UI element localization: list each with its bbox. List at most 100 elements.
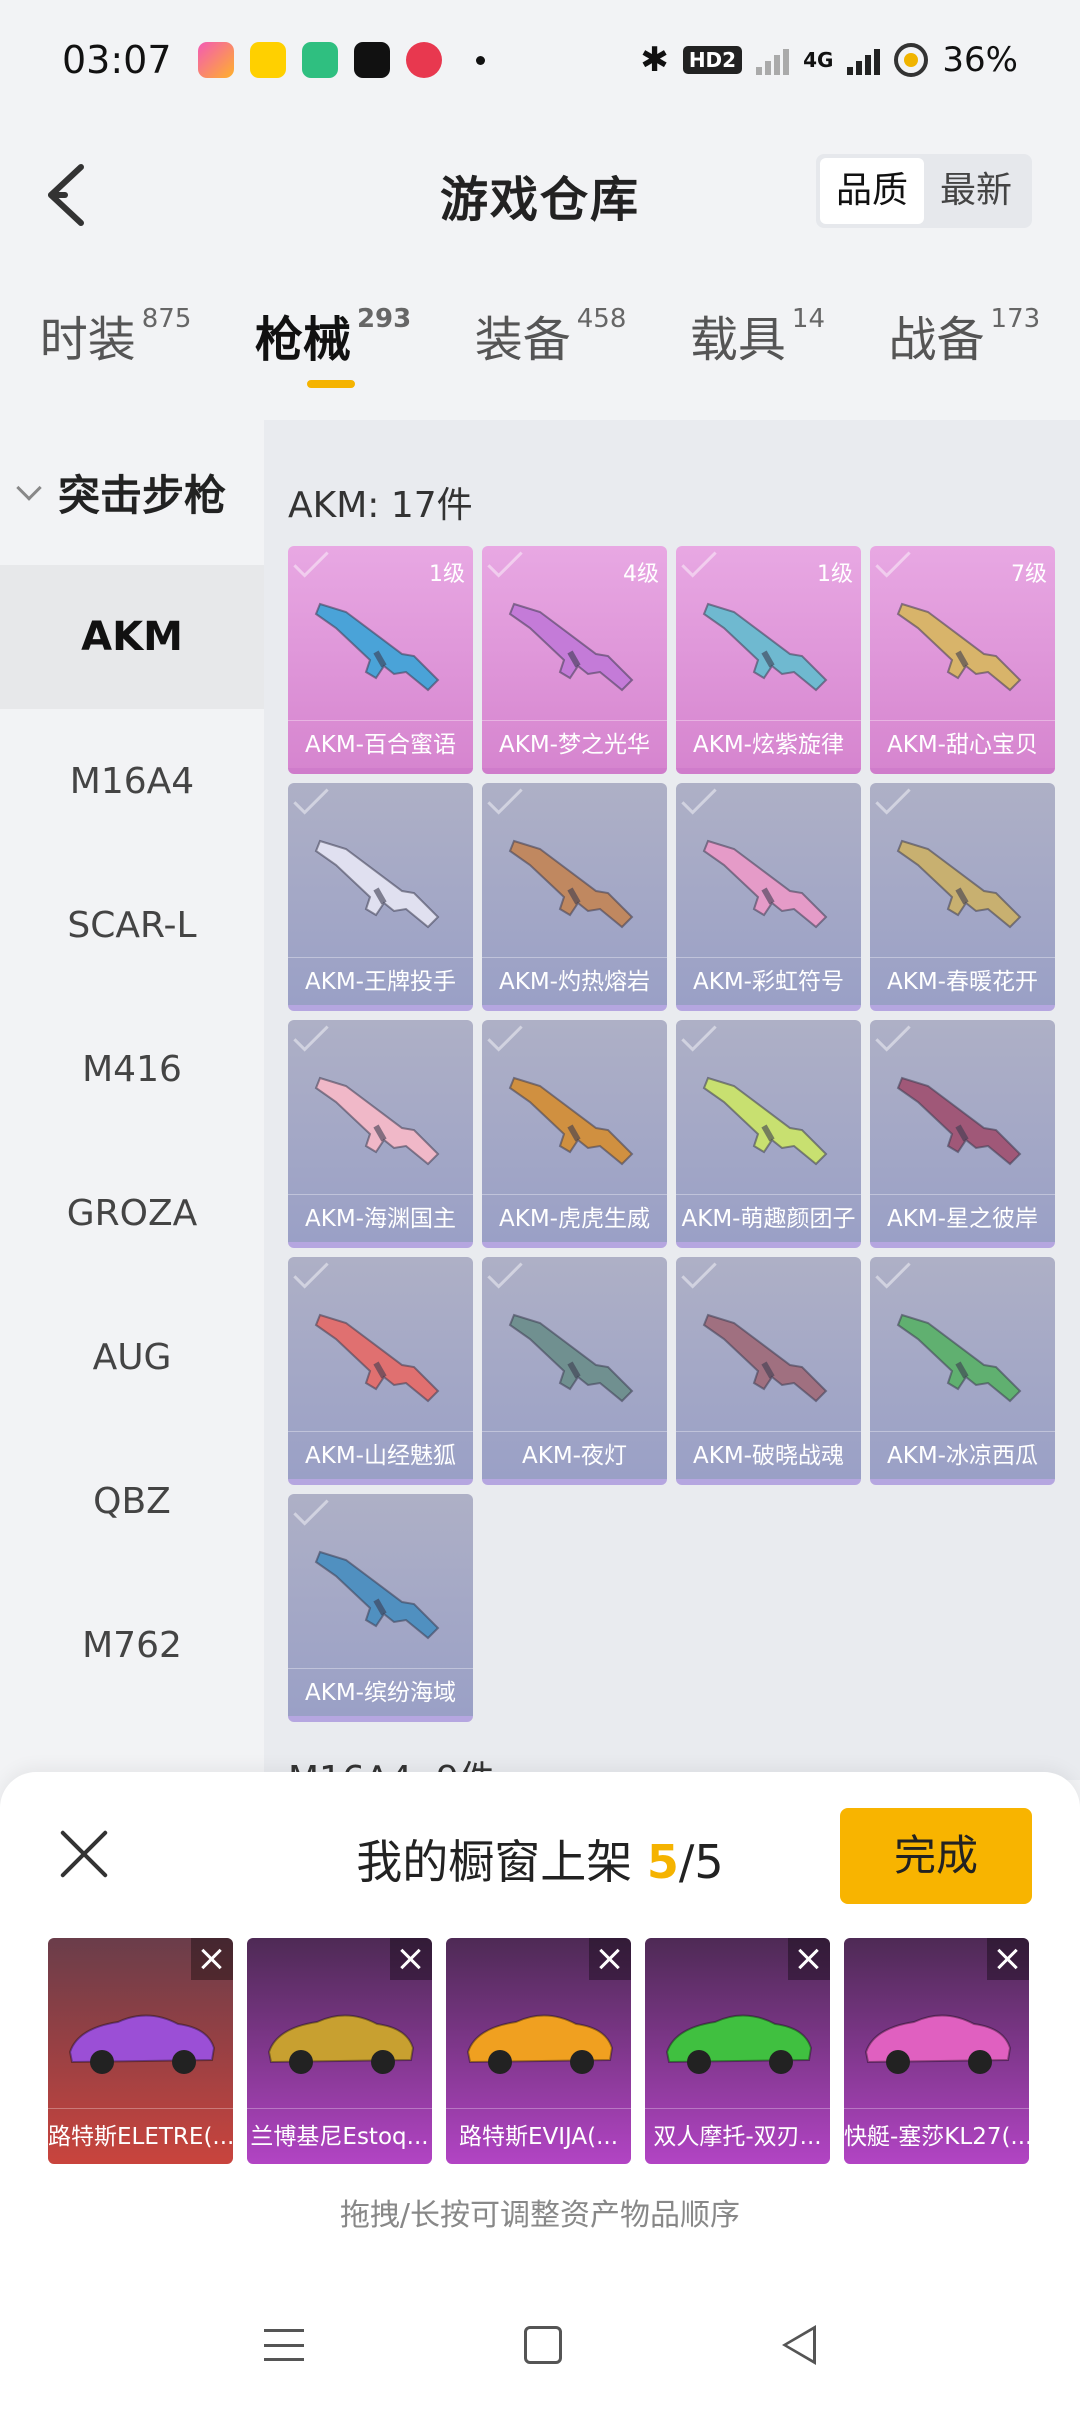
- rifle-icon: [314, 1550, 440, 1640]
- tab-firearms[interactable]: 枪械 293: [255, 300, 411, 410]
- showcase-slots: 路特斯ELETRE(... 兰博基尼Estoq... 路特斯EVIJA(... 双人摩…: [48, 1938, 1029, 2164]
- rifle-icon: [314, 602, 440, 692]
- showcase-slot[interactable]: 路特斯ELETRE(...: [48, 1938, 233, 2164]
- tab-count: 173: [990, 304, 1041, 334]
- vehicle-icon: [665, 2014, 813, 2074]
- video-app-icon: [405, 42, 442, 78]
- showcase-slot[interactable]: 兰博基尼Estoq...: [247, 1938, 432, 2164]
- status-time: 03:07: [62, 38, 172, 82]
- weapon-card[interactable]: AKM-萌趣颜团子: [676, 1020, 861, 1248]
- sidebar-item-m762[interactable]: M762: [0, 1573, 264, 1717]
- weapon-card[interactable]: AKM-星之彼岸: [870, 1020, 1055, 1248]
- weapon-name: AKM-春暖花开: [870, 957, 1055, 1005]
- showcase-slot[interactable]: 快艇-塞莎KL27(...: [844, 1938, 1029, 2164]
- sort-toggle: 品质 最新: [815, 154, 1032, 228]
- weapon-card[interactable]: 4级 AKM-梦之光华: [482, 546, 667, 774]
- weapon-card[interactable]: AKM-海渊国主: [288, 1020, 473, 1248]
- status-bar: 03:07 ✱ HD2 4G 36%: [0, 0, 1080, 120]
- category-tabs: 时装 875 枪械 293 装备 458 载具 14 战备 173: [0, 300, 1080, 410]
- rifle-icon: [508, 602, 634, 692]
- sidebar-item-m416[interactable]: M416: [0, 997, 264, 1141]
- weapon-name: AKM-海渊国主: [288, 1194, 473, 1242]
- weapon-card[interactable]: 1级 AKM-炫紫旋律: [676, 546, 861, 774]
- rifle-icon: [508, 1076, 634, 1166]
- sidebar-item-groza[interactable]: GROZA: [0, 1141, 264, 1285]
- check-icon: [487, 546, 523, 578]
- reorder-hint: 拖拽/长按可调整资产物品顺序: [339, 2198, 741, 2233]
- weapon-name: AKM-王牌投手: [288, 957, 473, 1005]
- showcase-item-name: 快艇-塞莎KL27(...: [844, 2108, 1029, 2164]
- vehicle-icon: [466, 2014, 614, 2074]
- home-icon[interactable]: [524, 2326, 562, 2364]
- section-title: AKM: 17件: [288, 485, 473, 526]
- weapon-card[interactable]: AKM-灼热熔岩: [482, 783, 667, 1011]
- remove-icon[interactable]: [390, 1938, 432, 1980]
- tab-supplies[interactable]: 战备 173: [889, 300, 1041, 410]
- network-type: 4G: [803, 48, 834, 72]
- weapon-card[interactable]: AKM-夜灯: [482, 1257, 667, 1485]
- done-button[interactable]: 完成: [840, 1808, 1032, 1904]
- back-nav-icon[interactable]: [782, 2325, 816, 2365]
- weapon-card[interactable]: AKM-虎虎生威: [482, 1020, 667, 1248]
- weapon-name: AKM-破晓战魂: [676, 1431, 861, 1479]
- check-icon: [293, 1494, 329, 1526]
- check-icon: [681, 1257, 717, 1289]
- weapon-name: AKM-星之彼岸: [870, 1194, 1055, 1242]
- check-icon: [681, 783, 717, 815]
- sidebar-item-qbz[interactable]: QBZ: [0, 1429, 264, 1573]
- remove-icon[interactable]: [788, 1938, 830, 1980]
- rifle-icon: [702, 1076, 828, 1166]
- check-icon: [681, 1020, 717, 1052]
- sort-option-quality[interactable]: 品质: [819, 158, 924, 224]
- rifle-icon: [314, 1076, 440, 1166]
- weapon-sidebar: 突击步枪 AKM M16A4 SCAR-L M416 GROZA AUG QBZ…: [0, 420, 264, 1780]
- weapon-card[interactable]: AKM-缤纷海域: [288, 1494, 473, 1722]
- weapon-card[interactable]: 1级 AKM-百合蜜语: [288, 546, 473, 774]
- rifle-icon: [508, 1313, 634, 1403]
- sidebar-item-akm[interactable]: AKM: [0, 565, 264, 709]
- remove-icon[interactable]: [987, 1938, 1029, 1980]
- check-icon: [487, 1020, 523, 1052]
- weapon-name: AKM-梦之光华: [482, 720, 667, 768]
- sort-option-newest[interactable]: 最新: [924, 158, 1028, 224]
- showcase-slot[interactable]: 双人摩托-双刃...: [645, 1938, 830, 2164]
- showcase-item-name: 双人摩托-双刃...: [645, 2108, 830, 2164]
- check-icon: [875, 1020, 911, 1052]
- sidebar-item-m16a4[interactable]: M16A4: [0, 709, 264, 853]
- rifle-icon: [702, 1313, 828, 1403]
- tiktok-lite-icon: [197, 42, 234, 78]
- showcase-title-text: 我的橱窗上架: [356, 1835, 633, 1889]
- weapon-card[interactable]: 7级 AKM-甜心宝贝: [870, 546, 1055, 774]
- system-nav-bar: [0, 2290, 1080, 2400]
- tab-equipment[interactable]: 装备 458: [475, 300, 627, 410]
- item-grid-area[interactable]: AKM: 17件 1级 AKM-百合蜜语 4级 AKM-梦之光华 1级 AKM-炫紫旋律 7…: [264, 420, 1080, 1780]
- sidebar-item-aug[interactable]: AUG: [0, 1285, 264, 1429]
- weapon-name: AKM-彩虹符号: [676, 957, 861, 1005]
- tab-count: 875: [141, 304, 192, 334]
- tab-fashion[interactable]: 时装 875: [40, 300, 192, 410]
- weapon-card[interactable]: AKM-王牌投手: [288, 783, 473, 1011]
- menu-icon[interactable]: [264, 2329, 304, 2361]
- tab-label: 装备: [474, 312, 571, 368]
- weapon-card[interactable]: AKM-破晓战魂: [676, 1257, 861, 1485]
- weapon-card[interactable]: AKM-彩虹符号: [676, 783, 861, 1011]
- check-icon: [875, 546, 911, 578]
- sidebar-item-scar-l[interactable]: SCAR-L: [0, 853, 264, 997]
- weapon-card[interactable]: AKM-冰凉西瓜: [870, 1257, 1055, 1485]
- meituan-icon: [249, 42, 286, 78]
- tab-label: 枪械: [254, 312, 351, 368]
- remove-icon[interactable]: [589, 1938, 631, 1980]
- weapon-name: AKM-灼热熔岩: [482, 957, 667, 1005]
- showcase-slot[interactable]: 路特斯EVIJA(...: [446, 1938, 631, 2164]
- check-icon: [293, 546, 329, 578]
- weapon-card[interactable]: AKM-山经魅狐: [288, 1257, 473, 1485]
- sidebar-category-assault-rifle[interactable]: 突击步枪: [0, 420, 264, 565]
- home-app-icon: [301, 42, 338, 78]
- vehicle-icon: [864, 2014, 1012, 2074]
- tab-count: 458: [576, 304, 627, 334]
- weapon-card[interactable]: AKM-春暖花开: [870, 783, 1055, 1011]
- weapon-name: AKM-缤纷海域: [288, 1668, 473, 1716]
- remove-icon[interactable]: [191, 1938, 233, 1980]
- tab-vehicles[interactable]: 载具 14: [690, 300, 825, 410]
- showcase-item-name: 兰博基尼Estoq...: [247, 2108, 432, 2164]
